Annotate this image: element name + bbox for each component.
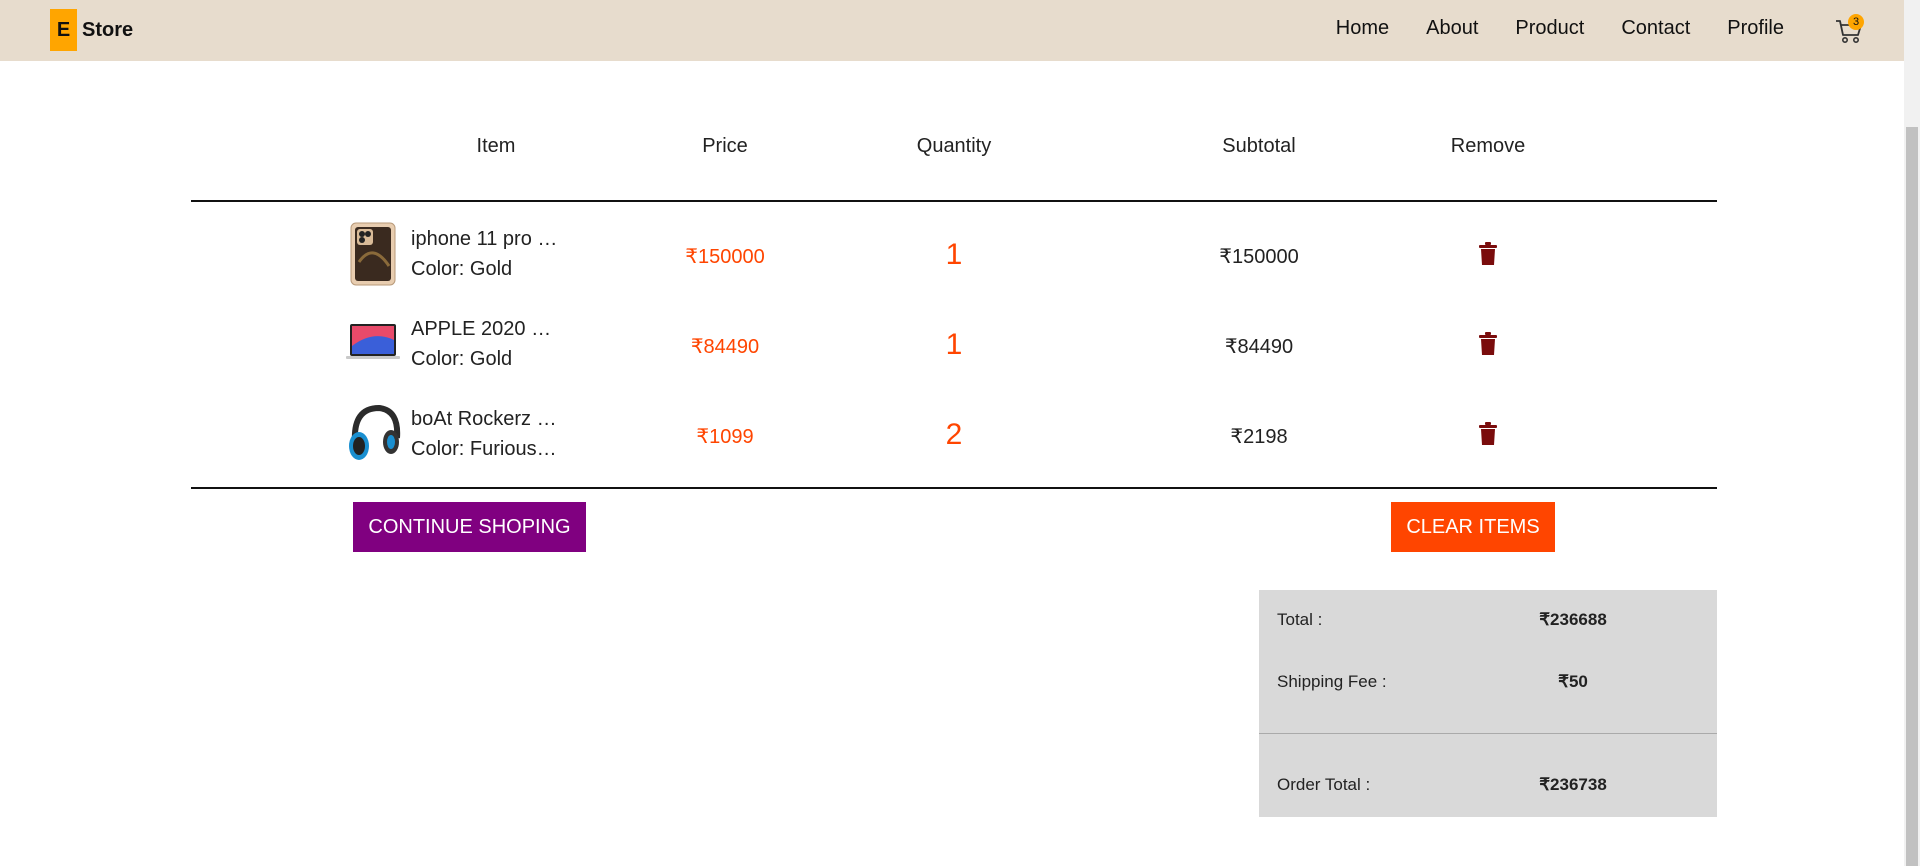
item-subtotal: ₹150000 xyxy=(1219,246,1299,268)
scrollbar-thumb[interactable] xyxy=(1906,127,1918,866)
col-header-remove: Remove xyxy=(1450,135,1526,157)
logo-badge: E xyxy=(50,9,77,51)
item-quantity: 2 xyxy=(945,418,963,451)
item-name[interactable]: iphone 11 pro … xyxy=(411,228,557,251)
shipping-fee-value: ₹50 xyxy=(1558,672,1588,691)
total-label: Total : xyxy=(1277,610,1323,629)
item-price: ₹1099 xyxy=(696,426,754,448)
cart-row: APPLE 2020 … Color: Gold ₹84490 1 ₹84490 xyxy=(0,304,1900,384)
item-quantity: 1 xyxy=(945,328,963,361)
nav-product[interactable]: Product xyxy=(1515,17,1584,40)
order-summary: Total : ₹236688 Shipping Fee : ₹50 Order… xyxy=(1259,590,1717,817)
col-header-price: Price xyxy=(702,135,748,157)
main-nav: Home About Product Contact Profile xyxy=(1299,0,1784,57)
col-header-subtotal: Subtotal xyxy=(1222,135,1296,157)
item-subtotal: ₹84490 xyxy=(1224,336,1294,358)
shipping-fee-label: Shipping Fee : xyxy=(1277,672,1387,691)
trash-icon[interactable] xyxy=(1478,242,1498,266)
item-name[interactable]: boAt Rockerz … xyxy=(411,408,557,431)
clear-items-button[interactable]: CLEAR ITEMS xyxy=(1391,502,1555,552)
brand-logo[interactable]: E Store xyxy=(50,9,133,51)
cart-row: boAt Rockerz … Color: Furious… ₹1099 2 ₹… xyxy=(0,394,1900,474)
total-value: ₹236688 xyxy=(1539,610,1607,629)
top-nav-bar: E Store Home About Product Contact Profi… xyxy=(0,0,1904,61)
trash-icon[interactable] xyxy=(1478,422,1498,446)
logo-text: Store xyxy=(82,18,134,41)
order-total-label: Order Total : xyxy=(1277,775,1371,794)
order-total-value: ₹236738 xyxy=(1539,775,1607,794)
cart-row: iphone 11 pro … Color: Gold ₹150000 1 ₹1… xyxy=(0,214,1900,294)
col-header-item: Item xyxy=(476,135,516,157)
item-quantity: 1 xyxy=(945,238,963,271)
item-name[interactable]: APPLE 2020 … xyxy=(411,318,551,341)
product-thumb-laptop xyxy=(346,324,400,359)
product-thumb-phone xyxy=(350,222,396,286)
summary-divider xyxy=(1259,733,1717,734)
table-bottom-divider xyxy=(191,487,1717,489)
table-top-divider xyxy=(191,200,1717,202)
item-color: Color: Gold xyxy=(411,348,513,370)
product-thumb-headphones xyxy=(349,404,401,460)
nav-about[interactable]: About xyxy=(1426,17,1478,40)
col-header-quantity: Quantity xyxy=(916,135,992,157)
item-color: Color: Furious… xyxy=(411,438,557,460)
item-color: Color: Gold xyxy=(411,258,513,280)
cart-count-badge: 3 xyxy=(1848,14,1864,30)
page-scrollbar[interactable] xyxy=(1904,0,1920,866)
trash-icon[interactable] xyxy=(1478,332,1498,356)
item-subtotal: ₹2198 xyxy=(1230,426,1288,448)
nav-home[interactable]: Home xyxy=(1336,17,1389,40)
cart-button[interactable]: 3 xyxy=(1834,14,1864,46)
nav-contact[interactable]: Contact xyxy=(1621,17,1690,40)
item-price: ₹150000 xyxy=(685,246,765,268)
item-price: ₹84490 xyxy=(690,336,760,358)
nav-profile[interactable]: Profile xyxy=(1727,17,1784,40)
continue-shopping-button[interactable]: CONTINUE SHOPING xyxy=(353,502,586,552)
